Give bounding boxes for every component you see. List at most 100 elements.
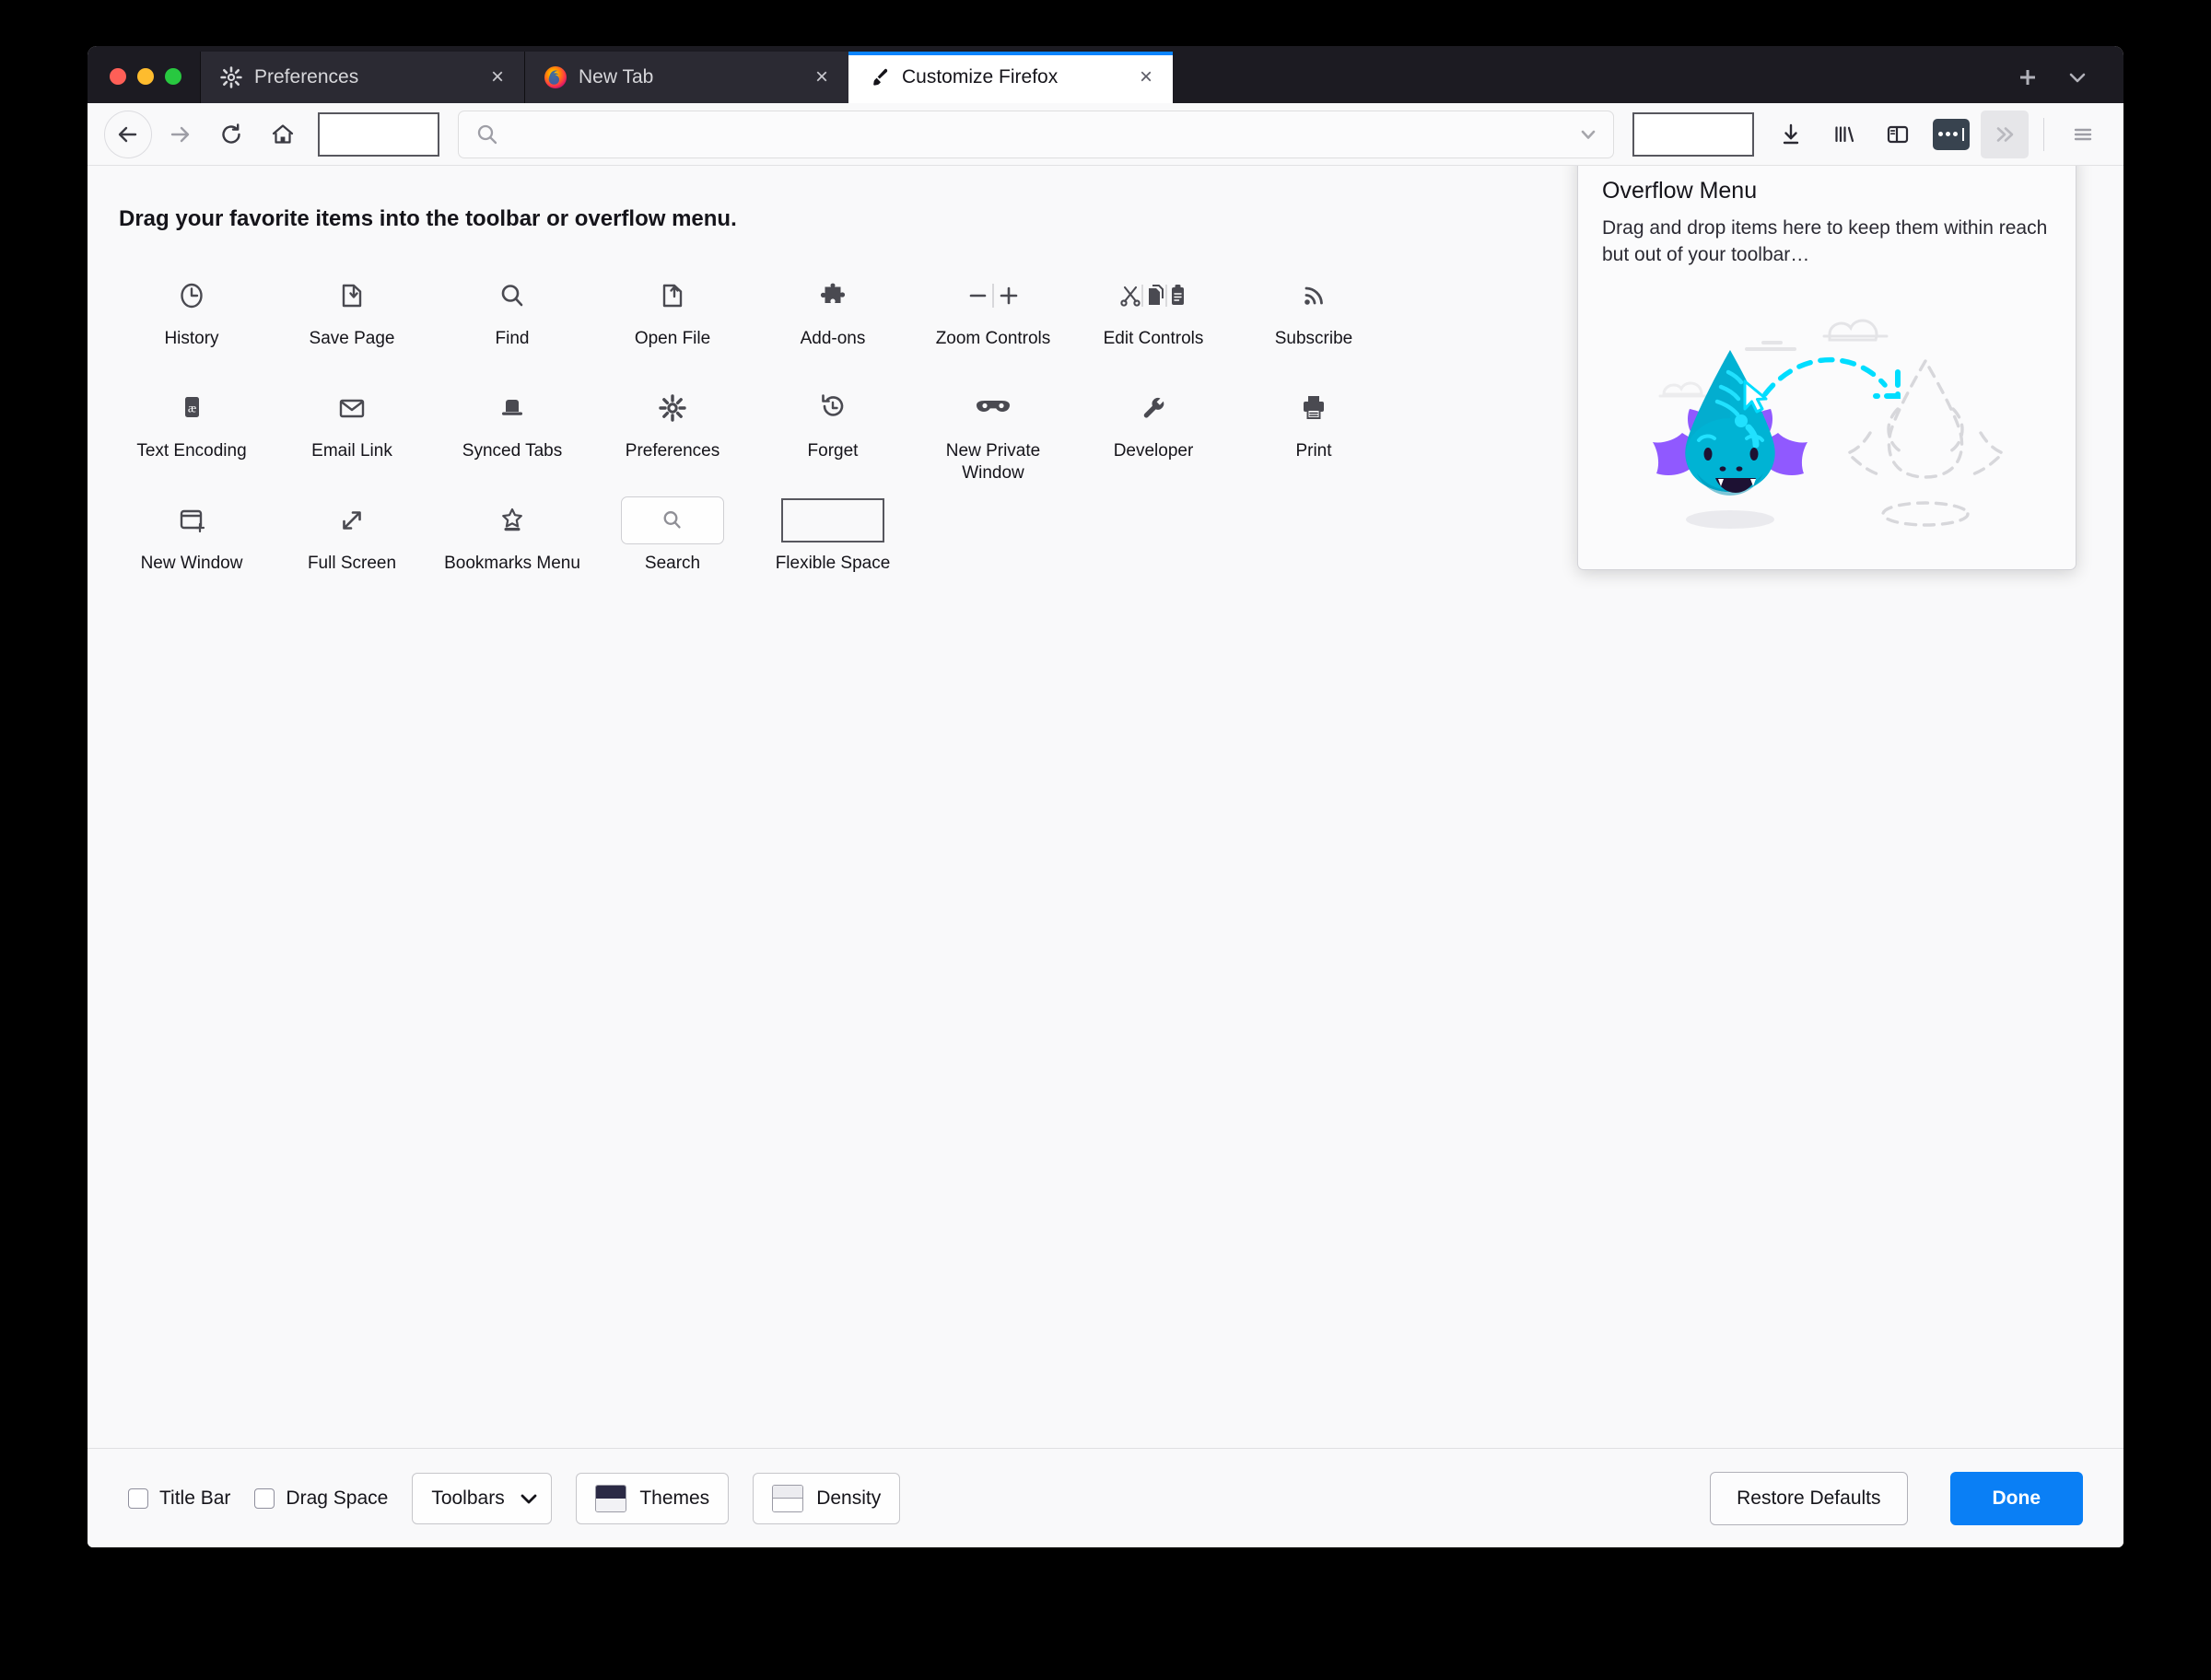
forget-icon — [814, 383, 851, 433]
search-widget-box — [621, 496, 724, 544]
palette-item-label: Full Screen — [307, 554, 397, 573]
tab-close-button[interactable]: × — [1132, 64, 1160, 91]
palette-item-label: History — [164, 329, 219, 348]
themes-button-label: Themes — [639, 1487, 710, 1509]
toolbar-flexible-space-left[interactable] — [318, 111, 439, 157]
palette-item-label: Zoom Controls — [935, 329, 1051, 348]
palette-item-new-private-window[interactable]: New Private Window — [913, 376, 1073, 488]
palette-item-label: Search — [644, 554, 701, 573]
sidebar-button[interactable] — [1874, 111, 1922, 158]
edit-controls-icon — [1117, 271, 1189, 321]
tab-close-button[interactable]: × — [484, 64, 511, 91]
palette-item-label: Text Encoding — [136, 441, 247, 461]
palette-item-print[interactable]: Print — [1234, 376, 1394, 488]
downloads-button[interactable] — [1767, 111, 1815, 158]
density-button[interactable]: Density — [753, 1472, 901, 1524]
page-actions-icon — [1933, 118, 1970, 150]
chevron-down-icon[interactable] — [1576, 122, 1600, 146]
reload-button[interactable] — [207, 111, 255, 158]
palette-item-history[interactable]: History — [111, 263, 272, 376]
palette-item-label: Add-ons — [800, 329, 866, 348]
done-button[interactable]: Done — [1949, 1471, 2083, 1525]
navigation-toolbar — [88, 103, 2123, 166]
palette-item-developer[interactable]: Developer — [1073, 376, 1234, 488]
palette-item-label: Find — [495, 329, 530, 348]
home-button[interactable] — [259, 111, 307, 158]
toolbar-right-buttons — [1625, 110, 2107, 158]
palette-item-open-file[interactable]: Open File — [592, 263, 753, 376]
page-actions-button[interactable] — [1927, 111, 1975, 158]
text-encoding-icon: æ — [173, 383, 210, 433]
palette-item-flexible-space[interactable]: Flexible Space — [753, 488, 913, 601]
palette-item-email-link[interactable]: Email Link — [272, 376, 432, 488]
minimize-window-button[interactable] — [137, 68, 154, 85]
density-button-label: Density — [816, 1487, 882, 1509]
restore-defaults-button[interactable]: Restore Defaults — [1710, 1471, 1908, 1525]
maximize-window-button[interactable] — [165, 68, 181, 85]
chevron-down-icon — [518, 1488, 540, 1510]
new-window-icon — [173, 496, 210, 545]
palette-item-label: Email Link — [311, 441, 392, 461]
firefox-logo-icon — [544, 65, 567, 89]
flexible-space-widget — [781, 496, 884, 545]
palette-item-new-window[interactable]: New Window — [111, 488, 272, 601]
palette-item-label: Print — [1295, 441, 1332, 461]
palette-item-search[interactable]: Search — [592, 488, 753, 601]
palette-item-text-encoding[interactable]: æ Text Encoding — [111, 376, 272, 488]
tab-customize-firefox[interactable]: Customize Firefox × — [848, 52, 1173, 103]
wrench-icon — [1135, 383, 1172, 433]
tab-new-tab[interactable]: New Tab × — [524, 52, 848, 103]
palette-item-full-screen[interactable]: Full Screen — [272, 488, 432, 601]
theme-swatch-icon — [595, 1484, 627, 1512]
fullscreen-arrows-icon — [333, 496, 370, 545]
checkbox-box[interactable] — [128, 1488, 148, 1509]
open-file-icon — [654, 271, 691, 321]
gear-icon — [219, 65, 243, 89]
palette-item-preferences[interactable]: Preferences — [592, 376, 753, 488]
toolbar-flexible-space-right[interactable] — [1632, 111, 1754, 157]
checkbox-box[interactable] — [254, 1488, 275, 1509]
palette-item-label: Edit Controls — [1103, 329, 1204, 348]
palette-item-zoom-controls[interactable]: Zoom Controls — [913, 263, 1073, 376]
customize-area: Drag your favorite items into the toolba… — [88, 166, 2123, 1448]
palette-item-save-page[interactable]: Save Page — [272, 263, 432, 376]
tab-preferences[interactable]: Preferences × — [200, 52, 524, 103]
new-tab-button[interactable] — [2007, 59, 2048, 96]
forward-button[interactable] — [156, 111, 204, 158]
toolbars-dropdown-button[interactable]: Toolbars — [412, 1472, 553, 1524]
palette-item-subscribe[interactable]: Subscribe — [1234, 263, 1394, 376]
palette-item-edit-controls[interactable]: Edit Controls — [1073, 263, 1234, 376]
browser-window: Preferences × New Tab × Customize Firefo… — [88, 46, 2123, 1547]
tab-close-button[interactable]: × — [808, 64, 836, 91]
overflow-panel-title: Overflow Menu — [1602, 178, 1758, 204]
search-widget — [621, 496, 724, 545]
checkbox-drag-space[interactable]: Drag Space — [254, 1488, 388, 1510]
save-page-icon — [333, 271, 370, 321]
gear-icon — [654, 383, 691, 433]
palette-item-label: Developer — [1113, 441, 1194, 461]
checkbox-label: Title Bar — [159, 1487, 231, 1509]
tab-label: Preferences — [254, 66, 359, 88]
window-traffic-lights — [88, 68, 200, 103]
palette-item-bookmarks-menu[interactable]: Bookmarks Menu — [432, 488, 592, 601]
list-all-tabs-button[interactable] — [2057, 59, 2098, 96]
library-button[interactable] — [1820, 111, 1868, 158]
palette-item-label: Open File — [634, 329, 711, 348]
app-menu-button[interactable] — [2059, 111, 2107, 158]
palette-item-label: Save Page — [309, 329, 395, 348]
back-button[interactable] — [104, 110, 152, 158]
themes-button[interactable]: Themes — [576, 1472, 730, 1524]
close-window-button[interactable] — [110, 68, 126, 85]
overflow-button[interactable] — [1981, 110, 2029, 158]
tab-label: Customize Firefox — [902, 66, 1059, 88]
overflow-menu-panel: Overflow Menu Drag and drop items here t… — [1577, 166, 2076, 570]
palette-item-forget[interactable]: Forget — [753, 376, 913, 488]
palette-item-add-ons[interactable]: Add-ons — [753, 263, 913, 376]
overflow-panel-description: Drag and drop items here to keep them wi… — [1602, 217, 2048, 265]
palette-item-synced-tabs[interactable]: Synced Tabs — [432, 376, 592, 488]
url-bar[interactable] — [458, 110, 1614, 158]
checkbox-title-bar[interactable]: Title Bar — [128, 1488, 230, 1510]
palette-item-find[interactable]: Find — [432, 263, 592, 376]
printer-icon — [1295, 383, 1332, 433]
customize-footer: Title Bar Drag Space Toolbars Themes Den… — [88, 1448, 2123, 1547]
